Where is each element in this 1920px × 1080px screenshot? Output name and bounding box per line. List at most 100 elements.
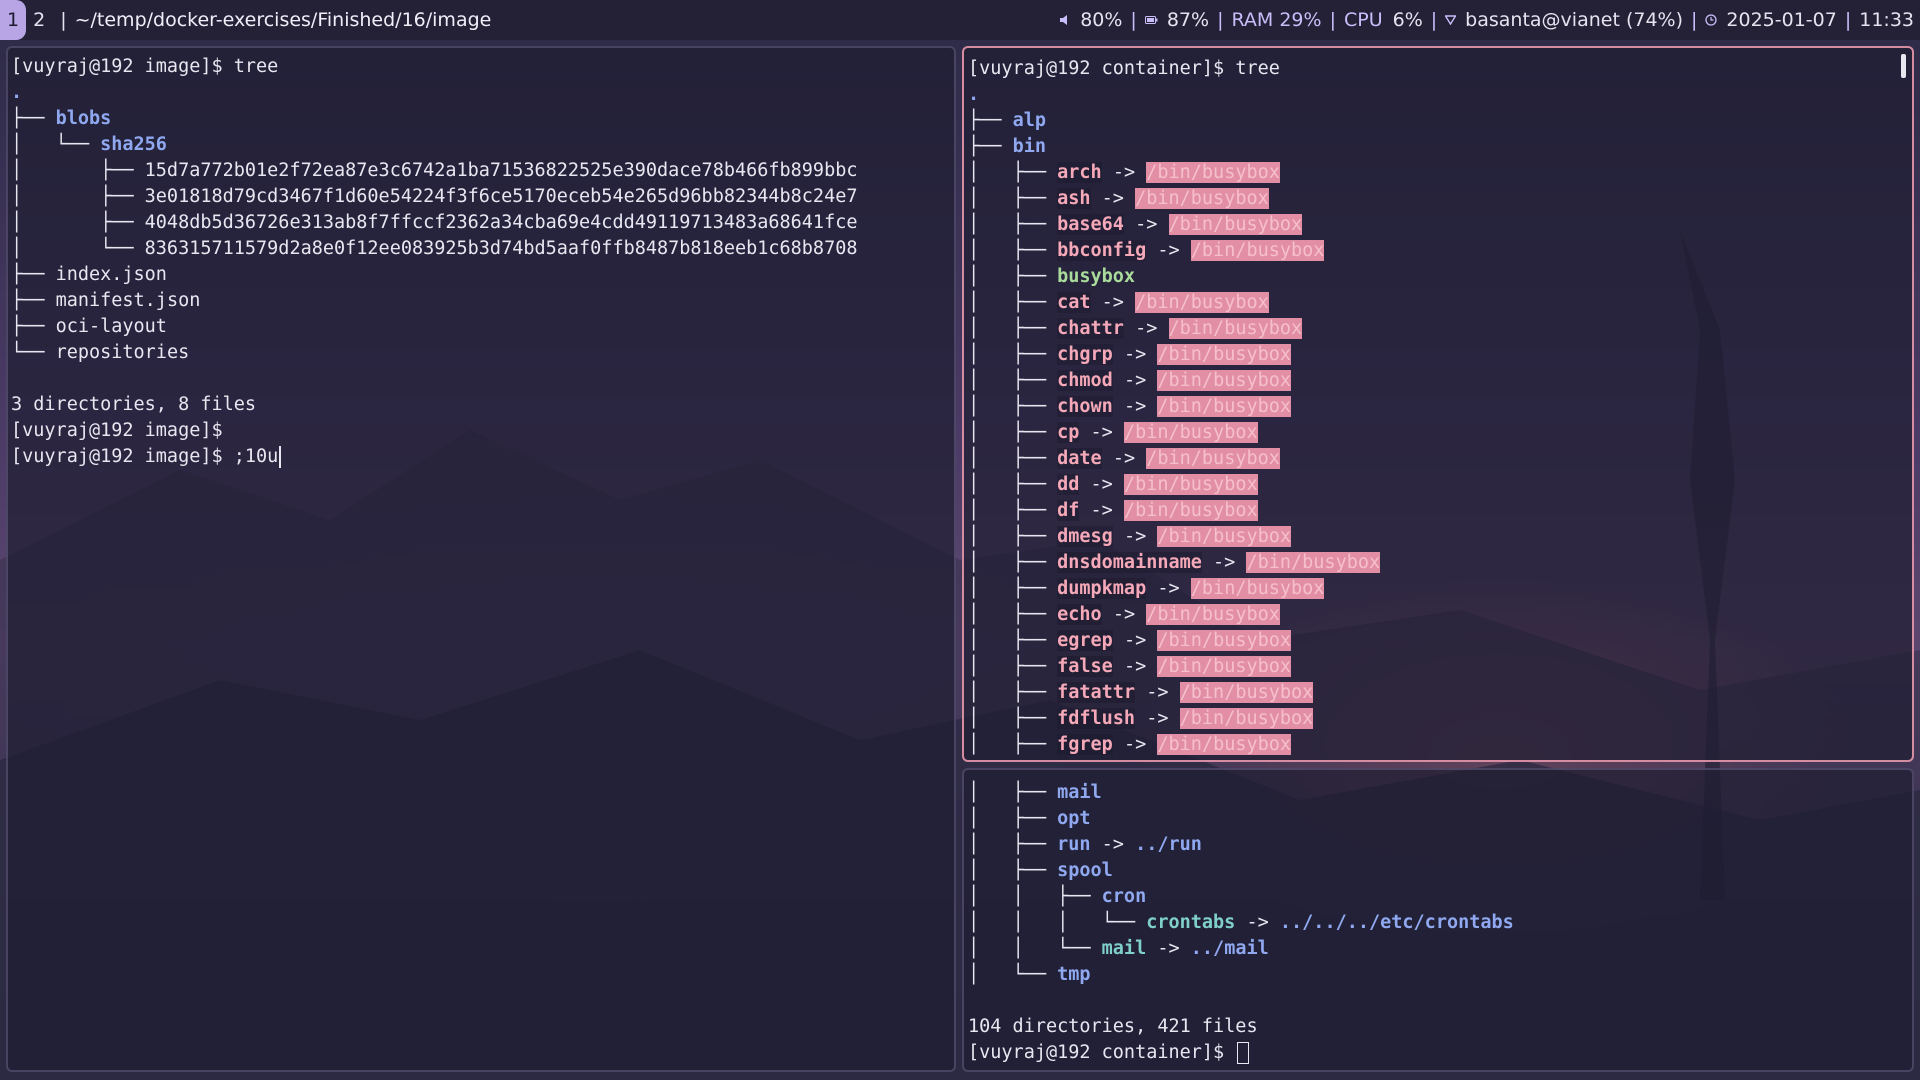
link-arrow: ->	[1213, 552, 1236, 573]
tree-link: chown	[1057, 396, 1113, 417]
tree-line: │ ├── opt	[968, 808, 1091, 829]
workspace-1-button[interactable]: 1	[0, 0, 27, 40]
command-text: tree	[233, 56, 279, 77]
tree-line: ├── oci-layout	[11, 316, 167, 337]
tree-dir: cron	[1101, 886, 1147, 907]
workspace-2-button[interactable]: 2	[26, 0, 52, 40]
tree-line: ├── bin	[968, 136, 1046, 157]
tree-link: false	[1057, 656, 1113, 677]
tree-summary: 104 directories, 421 files	[968, 1016, 1258, 1037]
clock-module[interactable]: 2025-01-07 | 11:33	[1705, 9, 1914, 31]
tree-line: │ ├── 4048db5d36726e313ab8f7ffccf2362a34…	[11, 212, 858, 233]
tree-line: │ │ │ └── crontabs -> ../../../etc/cront…	[968, 912, 1514, 933]
tree-dir: spool	[1057, 860, 1113, 881]
link-target: /bin/busybox	[1190, 240, 1325, 261]
link-target: /bin/busybox	[1135, 292, 1269, 313]
link-target: ../../../etc/crontabs	[1279, 912, 1514, 933]
link-target: /bin/busybox	[1123, 422, 1258, 443]
bar-separator: |	[1691, 9, 1698, 31]
link-target: /bin/busybox	[1168, 214, 1303, 235]
link-arrow: ->	[1123, 344, 1147, 365]
wifi-icon	[1445, 15, 1457, 25]
tree-link: base64	[1057, 214, 1124, 235]
tree-line: │ ├── dd -> /bin/busybox	[968, 474, 1258, 495]
link-target: /bin/busybox	[1157, 630, 1292, 651]
tree-file: manifest.json	[55, 290, 201, 311]
link-arrow: ->	[1157, 578, 1180, 599]
tree-line: ├── manifest.json	[11, 290, 201, 311]
cpu-module: CPU 6%	[1344, 9, 1423, 31]
tree-line: │ ├── dumpkmap -> /bin/busybox	[968, 578, 1325, 599]
link-target: /bin/busybox	[1135, 188, 1269, 209]
link-target: /bin/busybox	[1157, 526, 1292, 547]
link-arrow: ->	[1246, 912, 1269, 933]
link-arrow: ->	[1146, 708, 1169, 729]
tree-line: │ ├── arch -> /bin/busybox	[968, 162, 1280, 183]
battery-module: 87%	[1144, 9, 1209, 31]
tree-line: ├── index.json	[11, 264, 167, 285]
link-arrow: ->	[1146, 682, 1169, 703]
link-target: /bin/busybox	[1246, 552, 1381, 573]
tree-line: │ ├── chown -> /bin/busybox	[968, 396, 1292, 417]
link-arrow: ->	[1123, 656, 1147, 677]
tree-dir: sha256	[100, 134, 167, 155]
tree-line: │ ├── busybox	[968, 266, 1136, 287]
link-target: /bin/busybox	[1179, 682, 1314, 703]
tree-file: 3e01818d79cd3467f1d60e54224f3f6ce5170ece…	[144, 186, 858, 207]
shell-prompt: [vuyraj@192 image]$	[11, 420, 223, 441]
link-arrow: ->	[1123, 630, 1147, 651]
network-module[interactable]: basanta@vianet (74%)	[1445, 9, 1683, 31]
tree-line: │ ├── cp -> /bin/busybox	[968, 422, 1258, 443]
window-title: ~/temp/docker-exercises/Finished/16/imag…	[74, 9, 492, 31]
speaker-icon	[1060, 15, 1068, 25]
tree-link: echo	[1057, 604, 1102, 625]
typed-input: ;10u	[233, 446, 279, 467]
shell-prompt: [vuyraj@192 image]$	[11, 446, 223, 467]
tree-link: fdflush	[1057, 708, 1136, 729]
tree-line: │ ├── cat -> /bin/busybox	[968, 292, 1269, 313]
tree-executable: busybox	[1057, 266, 1136, 287]
bar-separator: |	[1329, 9, 1336, 31]
shell-prompt: [vuyraj@192 container]$	[968, 1042, 1225, 1063]
ram-value: RAM 29%	[1231, 9, 1322, 31]
volume-module[interactable]: 80%	[1059, 9, 1122, 31]
tree-link: crontabs	[1146, 912, 1236, 933]
date-value: 2025-01-07	[1726, 9, 1837, 31]
tree-link: arch	[1057, 162, 1102, 183]
link-target: /bin/busybox	[1157, 370, 1292, 391]
terminal-left[interactable]: [vuyraj@192 image]$ tree . ├── blobs │ └…	[6, 46, 956, 1072]
link-arrow: ->	[1135, 318, 1158, 339]
link-target: ../run	[1135, 834, 1202, 855]
tree-link: dnsdomainname	[1057, 552, 1202, 573]
link-target: /bin/busybox	[1146, 448, 1280, 469]
tree-line: │ ├── 15d7a772b01e2f72ea87e3c6742a1ba715…	[11, 160, 858, 181]
time-value: 11:33	[1859, 9, 1914, 31]
link-arrow: ->	[1112, 448, 1136, 469]
cpu-label: CPU	[1343, 9, 1383, 31]
shell-prompt: [vuyraj@192 container]$	[968, 58, 1225, 79]
link-target: /bin/busybox	[1123, 500, 1258, 521]
tree-link: bbconfig	[1057, 240, 1147, 261]
network-value: basanta@vianet (74%)	[1465, 9, 1683, 31]
shell-prompt: [vuyraj@192 image]$	[11, 56, 223, 77]
link-arrow: ->	[1123, 734, 1147, 755]
tree-dir: run	[1057, 834, 1091, 855]
tree-line: │ ├── chmod -> /bin/busybox	[968, 370, 1292, 391]
tree-line: │ ├── echo -> /bin/busybox	[968, 604, 1280, 625]
tree-link: dumpkmap	[1057, 578, 1147, 599]
tree-line: │ ├── fatattr -> /bin/busybox	[968, 682, 1314, 703]
text-cursor	[279, 446, 282, 468]
terminal-right-bottom[interactable]: │ ├── mail │ ├── opt │ ├── run -> ../run…	[962, 768, 1914, 1072]
tree-file: 15d7a772b01e2f72ea87e3c6742a1ba715368225…	[144, 160, 858, 181]
tree-file: oci-layout	[55, 316, 167, 337]
tree-line: ├── alp	[968, 110, 1046, 131]
tree-link: mail	[1101, 938, 1147, 959]
tree-line: │ ├── chattr -> /bin/busybox	[968, 318, 1303, 339]
bar-separator: |	[1130, 9, 1137, 31]
tree-file: 836315711579d2a8e0f12ee083925b3d74bd5aaf…	[144, 238, 858, 259]
workspace-2-label: 2	[33, 9, 46, 31]
tree-line: │ │ └── mail -> ../mail	[968, 938, 1269, 959]
link-arrow: ->	[1101, 292, 1124, 313]
terminal-right-top[interactable]: [vuyraj@192 container]$ tree . ├── alp ├…	[962, 46, 1914, 762]
tree-link: cat	[1057, 292, 1091, 313]
